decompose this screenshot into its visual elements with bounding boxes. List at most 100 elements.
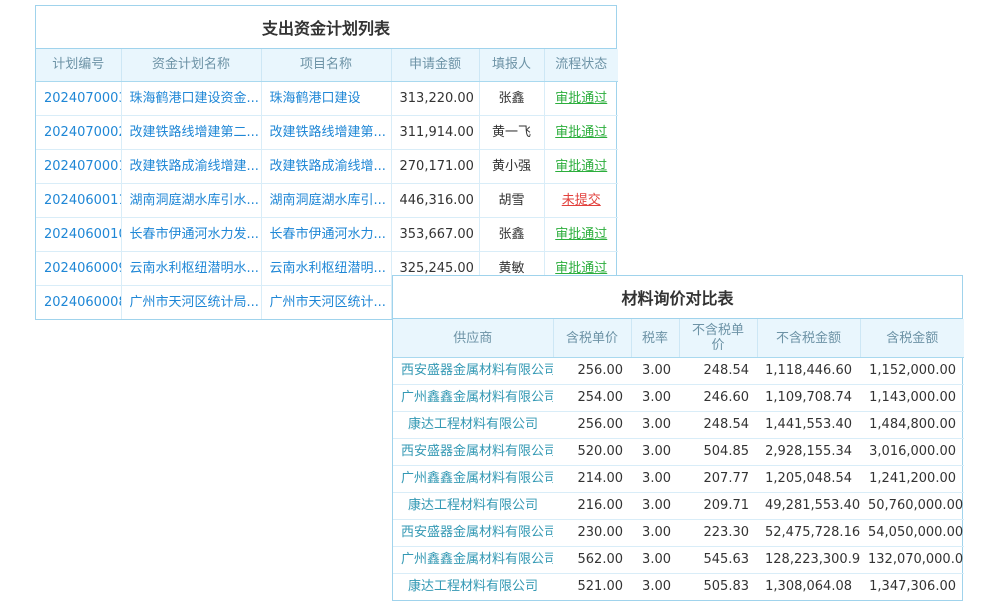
table-row: 康达工程材料有限公司256.003.00248.541,441,553.401,… xyxy=(393,412,964,439)
supplier-link[interactable]: 广州鑫鑫金属材料有限公司 xyxy=(401,552,553,567)
price-with-tax-cell: 562.00 xyxy=(553,547,631,574)
status-cell: 审批通过 xyxy=(544,82,618,116)
table-row: 2024070002 改建铁路线增建第二... 改建铁路线增建第... 311,914… xyxy=(36,116,618,150)
table-row: 广州鑫鑫金属材料有限公司562.003.00545.63128,223,300.… xyxy=(393,547,964,574)
price-with-tax-cell: 256.00 xyxy=(553,358,631,385)
fund-plan-name-cell: 云南水利枢纽潜明水... xyxy=(121,252,261,286)
fund-plan-name-link[interactable]: 广州市天河区统计局... xyxy=(130,295,259,310)
status-link[interactable]: 审批通过 xyxy=(555,227,607,242)
fund-plan-name-link[interactable]: 改建铁路线增建第二... xyxy=(130,125,259,140)
fund-plan-name-link[interactable]: 长春市伊通河水力发... xyxy=(130,227,259,242)
supplier-link[interactable]: 西安盛器金属材料有限公司 xyxy=(401,444,553,459)
col-header-reporter: 填报人 xyxy=(479,49,544,82)
supplier-link[interactable]: 广州鑫鑫金属材料有限公司 xyxy=(401,471,553,486)
project-name-link[interactable]: 云南水利枢纽潜明... xyxy=(270,261,386,276)
plan-id-link[interactable]: 2024060009 xyxy=(44,261,121,276)
project-name-link[interactable]: 长春市伊通河水力... xyxy=(270,227,386,242)
fund-plan-name-link[interactable]: 改建铁路成渝线增建... xyxy=(130,159,259,174)
tax-rate-cell: 3.00 xyxy=(631,547,679,574)
status-link[interactable]: 审批通过 xyxy=(555,261,607,276)
status-link[interactable]: 未提交 xyxy=(562,193,601,208)
supplier-link[interactable]: 西安盛器金属材料有限公司 xyxy=(401,363,553,378)
project-name-link[interactable]: 湖南洞庭湖水库引... xyxy=(270,193,386,208)
project-name-link[interactable]: 改建铁路成渝线增... xyxy=(270,159,386,174)
supplier-link[interactable]: 康达工程材料有限公司 xyxy=(408,498,538,513)
fund-plan-name-link[interactable]: 湖南洞庭湖水库引水... xyxy=(130,193,259,208)
supplier-link[interactable]: 康达工程材料有限公司 xyxy=(408,579,538,594)
table-row: 康达工程材料有限公司216.003.00209.7149,281,553.405… xyxy=(393,493,964,520)
tax-rate-cell: 3.00 xyxy=(631,520,679,547)
amount-with-tax-cell: 1,152,000.00 xyxy=(860,358,964,385)
price-without-tax-cell: 545.63 xyxy=(679,547,757,574)
col-header-plan-id: 计划编号 xyxy=(36,49,121,82)
col-header-fund-plan-name: 资金计划名称 xyxy=(121,49,261,82)
plan-id-cell: 2024070002 xyxy=(36,116,121,150)
col-header-amount: 申请金额 xyxy=(391,49,479,82)
table-row: 2024070003珠海鹤港口建设资金...珠海鹤港口建设313,220.00张… xyxy=(36,82,618,116)
plan-id-link[interactable]: 2024070002 xyxy=(44,125,121,140)
status-link[interactable]: 审批通过 xyxy=(555,91,607,106)
supplier-cell: 西安盛器金属材料有限公司 xyxy=(393,520,553,547)
col-header-price-with-tax: 含税单价 xyxy=(553,319,631,358)
fund-plan-name-link[interactable]: 云南水利枢纽潜明水... xyxy=(130,261,259,276)
reporter-cell: 张鑫 xyxy=(479,218,544,252)
reporter-cell: 黄小强 xyxy=(479,150,544,184)
col-header-status: 流程状态 xyxy=(544,49,618,82)
supplier-cell: 康达工程材料有限公司 xyxy=(393,493,553,520)
table-row: 西安盛器金属材料有限公司256.003.00248.541,118,446.60… xyxy=(393,358,964,385)
supplier-cell: 广州鑫鑫金属材料有限公司 xyxy=(393,466,553,493)
amount-without-tax-cell: 1,205,048.54 xyxy=(757,466,860,493)
amount-with-tax-cell: 132,070,000.00 xyxy=(860,547,964,574)
project-name-link[interactable]: 广州市天河区统计... xyxy=(270,295,386,310)
expense-table-title: 支出资金计划列表 xyxy=(36,6,616,49)
project-name-link[interactable]: 珠海鹤港口建设 xyxy=(270,91,361,106)
material-table-title: 材料询价对比表 xyxy=(393,276,962,319)
status-link[interactable]: 审批通过 xyxy=(555,159,607,174)
status-cell: 审批通过 xyxy=(544,150,618,184)
price-without-tax-cell: 246.60 xyxy=(679,385,757,412)
plan-id-link[interactable]: 2024060010 xyxy=(44,227,121,242)
amount-without-tax-cell: 1,441,553.40 xyxy=(757,412,860,439)
material-comparison-table-card: 材料询价对比表 供应商 含税单价 税率 不含税单价 不含税金额 含税金额 西安盛… xyxy=(392,275,963,601)
price-without-tax-cell: 504.85 xyxy=(679,439,757,466)
project-name-cell: 湖南洞庭湖水库引... xyxy=(261,184,391,218)
project-name-cell: 云南水利枢纽潜明... xyxy=(261,252,391,286)
amount-with-tax-cell: 1,484,800.00 xyxy=(860,412,964,439)
fund-plan-name-cell: 珠海鹤港口建设资金... xyxy=(121,82,261,116)
plan-id-link[interactable]: 2024070001 xyxy=(44,159,121,174)
status-link[interactable]: 审批通过 xyxy=(555,125,607,140)
project-name-cell: 广州市天河区统计... xyxy=(261,286,391,320)
amount-with-tax-cell: 1,143,000.00 xyxy=(860,385,964,412)
material-table: 供应商 含税单价 税率 不含税单价 不含税金额 含税金额 西安盛器金属材料有限公… xyxy=(393,319,964,600)
project-name-cell: 长春市伊通河水力... xyxy=(261,218,391,252)
price-without-tax-cell: 505.83 xyxy=(679,574,757,601)
plan-id-cell: 2024070003 xyxy=(36,82,121,116)
amount-without-tax-cell: 52,475,728.16 xyxy=(757,520,860,547)
amount-with-tax-cell: 50,760,000.00 xyxy=(860,493,964,520)
price-with-tax-cell: 214.00 xyxy=(553,466,631,493)
col-header-amount-with-tax: 含税金额 xyxy=(860,319,964,358)
price-with-tax-cell: 254.00 xyxy=(553,385,631,412)
fund-plan-name-link[interactable]: 珠海鹤港口建设资金... xyxy=(130,91,259,106)
plan-id-cell: 2024060008 xyxy=(36,286,121,320)
amount-cell: 353,667.00 xyxy=(391,218,479,252)
project-name-cell: 珠海鹤港口建设 xyxy=(261,82,391,116)
plan-id-link[interactable]: 2024060008 xyxy=(44,295,121,310)
supplier-link[interactable]: 康达工程材料有限公司 xyxy=(408,417,538,432)
price-with-tax-cell: 256.00 xyxy=(553,412,631,439)
amount-cell: 311,914.00 xyxy=(391,116,479,150)
amount-with-tax-cell: 54,050,000.00 xyxy=(860,520,964,547)
project-name-link[interactable]: 改建铁路线增建第... xyxy=(270,125,386,140)
plan-id-link[interactable]: 2024070003 xyxy=(44,91,121,106)
supplier-link[interactable]: 广州鑫鑫金属材料有限公司 xyxy=(401,390,553,405)
supplier-link[interactable]: 西安盛器金属材料有限公司 xyxy=(401,525,553,540)
price-with-tax-cell: 230.00 xyxy=(553,520,631,547)
tax-rate-cell: 3.00 xyxy=(631,574,679,601)
tax-rate-cell: 3.00 xyxy=(631,493,679,520)
status-cell: 审批通过 xyxy=(544,116,618,150)
plan-id-link[interactable]: 2024060011 xyxy=(44,193,121,208)
tax-rate-cell: 3.00 xyxy=(631,358,679,385)
fund-plan-name-cell: 改建铁路线增建第二... xyxy=(121,116,261,150)
amount-without-tax-cell: 1,109,708.74 xyxy=(757,385,860,412)
amount-cell: 446,316.00 xyxy=(391,184,479,218)
